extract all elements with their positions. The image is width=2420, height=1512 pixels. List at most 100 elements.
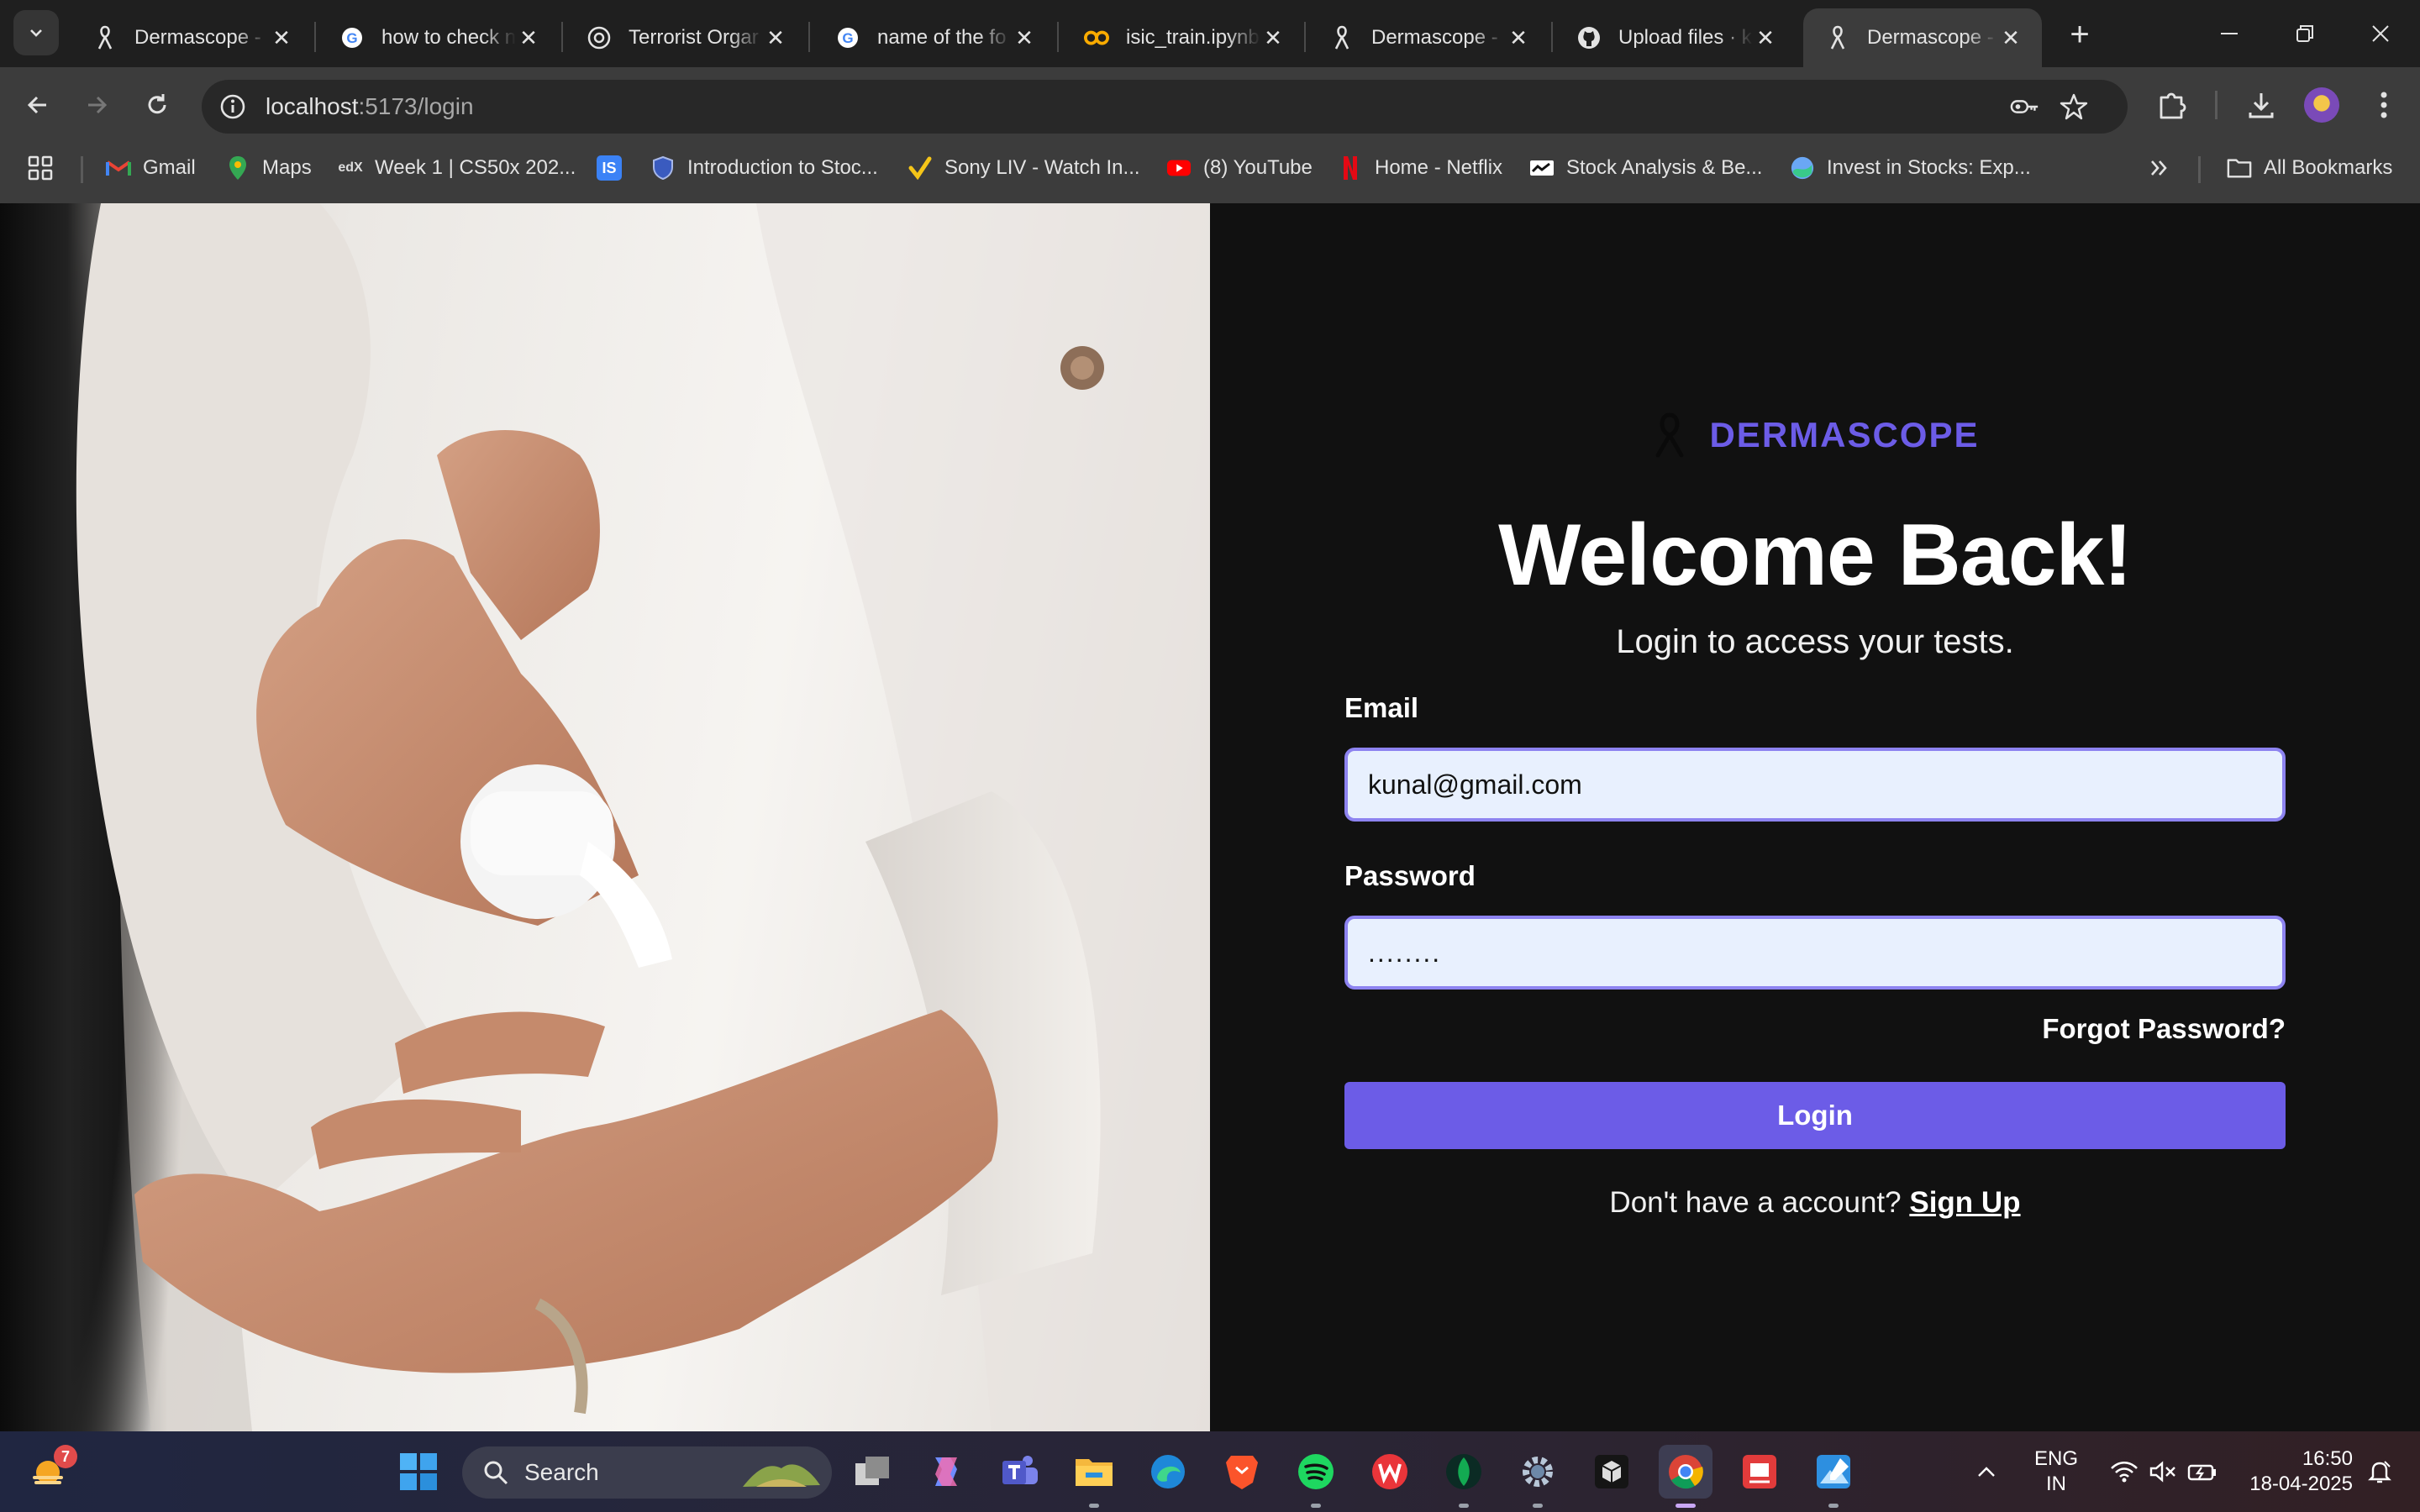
bookmark-youtube[interactable]: (8) YouTube [1166, 143, 1313, 193]
tab[interactable]: Upload files · k ✕ [1555, 8, 1797, 67]
close-window-button[interactable] [2343, 0, 2418, 67]
tab-title: Dermascope - [1371, 26, 1498, 49]
file-explorer-app[interactable] [1071, 1448, 1118, 1495]
clock-date: 18-04-2025 [2249, 1473, 2353, 1495]
site-info-icon[interactable] [218, 92, 247, 121]
dermascope-ribbon-icon [1825, 25, 1850, 50]
close-icon[interactable]: ✕ [269, 25, 294, 50]
tab[interactable]: isic_train.ipynb ✕ [1062, 8, 1304, 67]
apps-button[interactable] [27, 143, 54, 193]
netflix-icon [1338, 155, 1363, 181]
login-button[interactable]: Login [1344, 1082, 2286, 1149]
all-bookmarks-button[interactable]: All Bookmarks [2227, 143, 2392, 193]
running-indicator [1089, 1504, 1099, 1508]
close-icon[interactable]: ✕ [1998, 25, 2023, 50]
password-key-icon[interactable] [2010, 92, 2040, 122]
bookmarks-bar: Gmail Maps edX Week 1 | CS50x 202... IS … [0, 143, 2420, 203]
task-view-button[interactable] [849, 1448, 896, 1495]
tab[interactable]: Dermascope - ✕ [1307, 8, 1549, 67]
back-button[interactable] [17, 84, 59, 126]
signup-link[interactable]: Sign Up [1909, 1186, 2020, 1219]
kebab-menu-icon[interactable] [2365, 86, 2403, 124]
tab-divider [1304, 22, 1306, 52]
close-icon[interactable]: ✕ [1506, 25, 1531, 50]
spotify-app[interactable] [1292, 1448, 1339, 1495]
stock-icon [1529, 155, 1555, 181]
teams-app[interactable] [997, 1448, 1044, 1495]
bookmark-sonyliv[interactable]: Sony LIV - Watch In... [908, 143, 1140, 193]
presentation-app[interactable] [1736, 1448, 1783, 1495]
wifi-icon [2111, 1461, 2138, 1483]
url-text: localhost:5173/login [266, 93, 474, 120]
tab-divider [1551, 22, 1553, 52]
notifications-button[interactable] [2360, 1448, 2400, 1495]
close-icon[interactable]: ✕ [1260, 25, 1286, 50]
reload-button[interactable] [136, 84, 178, 126]
arrow-right-icon [88, 96, 108, 114]
clock[interactable]: 16:50 18-04-2025 [2235, 1446, 2353, 1497]
extensions-icon[interactable] [2153, 86, 2191, 124]
more-bookmarks-button[interactable] [2148, 143, 2171, 193]
password-field[interactable] [1344, 916, 2286, 990]
chrome-app[interactable] [1659, 1445, 1712, 1499]
search-highlight-image [743, 1464, 820, 1487]
spotify-icon [1298, 1454, 1334, 1489]
close-icon[interactable]: ✕ [763, 25, 788, 50]
photos-app[interactable] [1810, 1448, 1857, 1495]
forgot-password-link[interactable]: Forgot Password? [2042, 1013, 2286, 1045]
input-language[interactable]: ENG IN [2027, 1446, 2086, 1497]
tray-overflow-button[interactable] [1970, 1448, 2003, 1495]
address-bar[interactable]: localhost:5173/login [202, 80, 2128, 134]
tab-title: how to check n [381, 26, 516, 49]
bookmark-is[interactable]: IS [597, 143, 634, 193]
wps-app[interactable] [1366, 1448, 1413, 1495]
tab[interactable]: G how to check n ✕ [318, 8, 560, 67]
taskbar-search[interactable]: Search [462, 1446, 832, 1499]
copilot-app[interactable] [923, 1448, 970, 1495]
bookmark-stocks-intro[interactable]: Introduction to Stoc... [650, 143, 878, 193]
tab[interactable]: Terrorist Orgar ✕ [565, 8, 807, 67]
download-icon[interactable] [2242, 86, 2281, 124]
forward-button[interactable] [76, 84, 118, 126]
close-icon[interactable]: ✕ [1012, 25, 1037, 50]
restore-button[interactable] [2267, 0, 2343, 67]
active-indicator [1676, 1504, 1696, 1508]
email-field[interactable] [1344, 748, 2286, 822]
region-code: IN [2046, 1473, 2066, 1495]
toolbar-divider [2215, 91, 2217, 119]
minimize-button[interactable] [2191, 0, 2267, 67]
bookmark-cs50[interactable]: edX Week 1 | CS50x 202... [338, 143, 576, 193]
tab[interactable]: G name of the fo ✕ [813, 8, 1055, 67]
edge-app[interactable] [1144, 1448, 1192, 1495]
bookmark-gmail[interactable]: Gmail [106, 143, 196, 193]
presentation-icon [1743, 1455, 1776, 1488]
bookmark-invest[interactable]: Invest in Stocks: Exp... [1790, 143, 2031, 193]
star-icon[interactable] [2059, 92, 2089, 122]
bookmark-netflix[interactable]: Home - Netflix [1338, 143, 1502, 193]
svg-text:G: G [842, 30, 853, 46]
profile-avatar[interactable] [2304, 87, 2339, 123]
start-button[interactable] [395, 1448, 442, 1495]
tab-active[interactable]: Dermascope - ✕ [1803, 8, 2042, 67]
restore-icon [2296, 25, 2313, 42]
gmail-icon [106, 155, 131, 181]
close-icon[interactable]: ✕ [1753, 25, 1778, 50]
weather-widget[interactable]: 7 [25, 1445, 77, 1495]
page-title: Welcome Back! [1498, 507, 2133, 604]
speaker-muted-icon [2149, 1461, 2175, 1483]
bookmark-stock-analysis[interactable]: Stock Analysis & Be... [1529, 143, 1762, 193]
tab[interactable]: Dermascope - ✕ [71, 8, 313, 67]
bookmark-maps[interactable]: Maps [225, 143, 312, 193]
brave-app[interactable] [1218, 1448, 1265, 1495]
close-icon[interactable]: ✕ [516, 25, 541, 50]
sandbox-app[interactable] [1588, 1448, 1635, 1495]
new-tab-button[interactable]: + [2060, 15, 2099, 54]
settings-app[interactable] [1514, 1448, 1561, 1495]
google-icon: G [339, 25, 365, 50]
running-indicator [1828, 1504, 1839, 1508]
signup-row: Don't have a account? Sign Up [1210, 1186, 2420, 1220]
tab-search-button[interactable] [13, 10, 59, 55]
bookmark-label: Gmail [143, 156, 196, 179]
mongodb-app[interactable] [1440, 1448, 1487, 1495]
quick-settings-button[interactable] [2101, 1448, 2227, 1495]
